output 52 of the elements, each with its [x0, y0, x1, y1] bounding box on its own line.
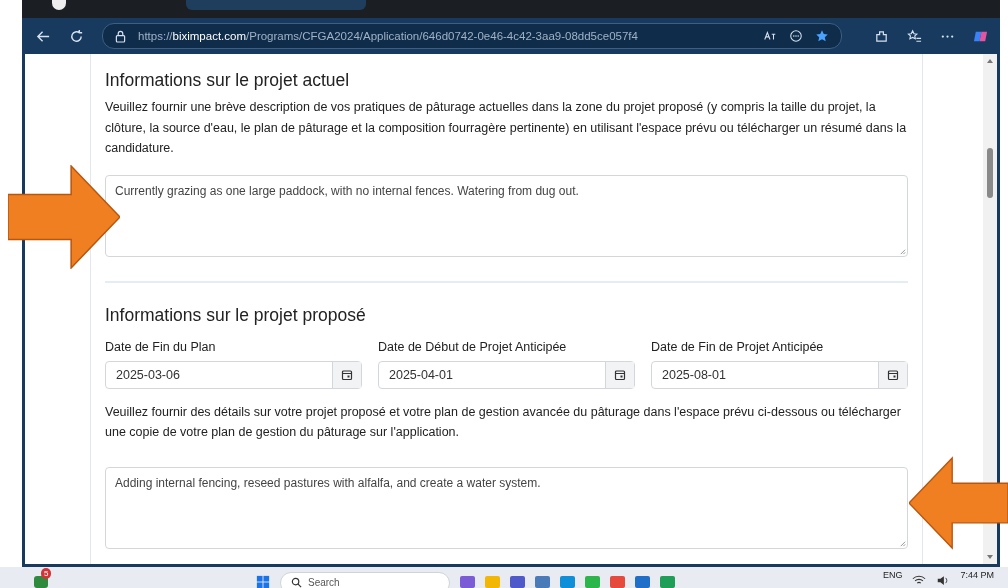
calendar-icon: [887, 368, 899, 381]
widget-icon[interactable]: [34, 576, 48, 588]
section-description: Veuillez fournir des détails sur votre projet proposé et votre plan de gestion avancée du pâturage dans l'espace prévu ci-dessous ou télécharger une copie de votre plan de gestion du pâturage sur l'application.: [105, 403, 902, 441]
clock[interactable]: 7:44 PM: [960, 569, 994, 580]
taskbar-search-field[interactable]: Search: [280, 571, 450, 588]
text-area[interactable]: Adding internal fencing, reseed pastures with alfalfa, and create a water system.: [105, 466, 908, 549]
section-description: Veuillez fournir une brève description de vos pratiques de pâturage actuelles dans la zone du projet proposé (y compris la taille du projet, la clôture, la source d'eau, le plan de pâturage et la composition fourragère pertinente) en utilisant l'espace prévu ou télécharger un résumé dans la candidature.: [105, 99, 908, 157]
notification-badge: 5: [41, 568, 52, 579]
calendar-button[interactable]: [878, 361, 907, 388]
text-area-value: Adding internal fencing, reseed pastures with alfalfa, and create a water system.: [115, 475, 541, 490]
wifi-icon[interactable]: [912, 575, 927, 586]
language-indicator[interactable]: ENG: [882, 569, 903, 580]
windows-start-icon[interactable]: [256, 574, 270, 588]
section-title: Informations sur le projet proposé: [105, 304, 367, 326]
extensions-icon[interactable]: [874, 28, 889, 44]
app-icon[interactable]: [535, 575, 550, 588]
calendar-button[interactable]: [605, 361, 634, 388]
scrollbar[interactable]: [983, 54, 997, 564]
field-label: Date de Fin de Projet Anticipée: [651, 339, 825, 354]
calendar-icon: [341, 368, 353, 381]
section-title: Informations sur le projet actuel: [105, 70, 351, 91]
search-icon: [291, 576, 302, 588]
field-label: Date de Fin du Plan: [105, 339, 217, 354]
field-label: Date de Début de Projet Anticipée: [378, 339, 568, 354]
url-text: https://biximpact.com/Programs/CFGA2024/Application/646d0742-0e46-4c42-3aa9-08dd5ce057f4: [138, 30, 638, 42]
favorites-icon[interactable]: [907, 28, 922, 44]
text-area-value: Currently grazing as one large paddock, with no internal fences. Watering from dug out.: [115, 183, 579, 198]
address-bar[interactable]: https://biximpact.com/Programs/CFGA2024/Application/646d0742-0e46-4c42-3aa9-08dd5ce057f4: [102, 23, 842, 49]
text-area[interactable]: Currently grazing as one large paddock, with no internal fences. Watering from dug out.: [105, 174, 908, 257]
resize-grip-icon[interactable]: [899, 247, 906, 255]
app-icon[interactable]: [560, 575, 575, 588]
refresh-icon[interactable]: [69, 28, 84, 44]
date-field[interactable]: 2025-08-01: [651, 360, 908, 389]
app-icon[interactable]: [610, 575, 625, 588]
app-icon[interactable]: [660, 575, 675, 588]
more-circle-icon[interactable]: [789, 29, 803, 43]
resize-grip-icon[interactable]: [899, 539, 906, 547]
scrollbar-thumb[interactable]: [987, 148, 993, 198]
lock-icon[interactable]: [115, 29, 126, 43]
date-field[interactable]: 2025-04-01: [378, 360, 635, 389]
calendar-icon: [614, 368, 626, 381]
profile-icon[interactable]: [52, 0, 66, 10]
app-icon[interactable]: [460, 575, 475, 588]
app-icon[interactable]: [510, 575, 525, 588]
app-icon[interactable]: [585, 575, 600, 588]
scroll-up-icon[interactable]: [986, 58, 994, 64]
read-aloud-icon[interactable]: [763, 29, 777, 43]
star-icon[interactable]: [815, 29, 829, 43]
app-icon[interactable]: [635, 575, 650, 588]
date-field[interactable]: 2025-03-06: [105, 360, 362, 389]
calendar-button[interactable]: [332, 361, 361, 388]
scroll-down-icon[interactable]: [986, 554, 994, 560]
